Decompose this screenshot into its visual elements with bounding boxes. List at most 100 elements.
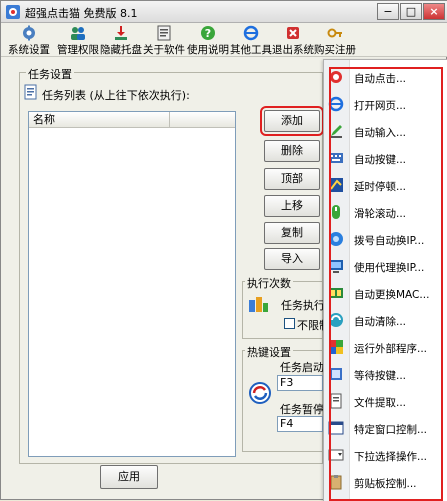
- menu-item-label: 剪贴板控制...: [354, 478, 417, 490]
- maximize-button[interactable]: □: [400, 3, 422, 20]
- toolbar-label: 使用说明: [187, 44, 229, 56]
- toolbar-label: 隐藏托盘: [100, 44, 142, 56]
- task-list-header: 名称: [29, 112, 235, 128]
- menu-item-change-mac[interactable]: 自动更换MAC...: [324, 280, 447, 306]
- toolbar-label: 退出系统: [272, 44, 314, 56]
- exec-count-label: 任务执行: [281, 299, 325, 312]
- title-bar: 超强点击猫 免费版 8.1 − □ ×: [1, 1, 447, 23]
- menu-item-open-webpage[interactable]: 打开网页...: [324, 91, 447, 117]
- clean-icon: [329, 313, 343, 327]
- start-hotkey-input[interactable]: F3: [277, 375, 323, 391]
- pen-icon: [330, 125, 342, 138]
- menu-item-label: 自动更换MAC...: [354, 289, 430, 301]
- menu-item-label: 自动清除...: [354, 316, 407, 328]
- info-icon: [157, 25, 171, 41]
- import-task-button[interactable]: 导入: [264, 248, 320, 270]
- toolbar-system-settings-button[interactable]: 系统设置: [3, 25, 55, 57]
- scroll-icon: [332, 205, 340, 219]
- svg-text:?: ?: [205, 27, 211, 40]
- toolbar-label: 管理权限: [57, 44, 99, 56]
- menu-item-delay[interactable]: 延时停顿...: [324, 172, 447, 198]
- menu-item-label: 特定窗口控制...: [354, 424, 428, 436]
- menu-item-label: 打开网页...: [354, 100, 407, 112]
- column-name-header[interactable]: 名称: [33, 113, 55, 126]
- menu-item-proxy-change-ip[interactable]: 使用代理换IP...: [324, 253, 447, 279]
- toolbar-help-button[interactable]: ? 使用说明: [186, 25, 230, 57]
- exec-count-icon: [249, 297, 268, 312]
- menu-item-label: 自动按键...: [354, 154, 407, 166]
- menu-item-label: 文件提取...: [354, 397, 407, 409]
- menu-item-auto-clean[interactable]: 自动清除...: [324, 307, 447, 333]
- pause-hotkey-input[interactable]: F4: [277, 416, 323, 432]
- key-icon: [327, 28, 342, 38]
- task-list-caption: 任务列表 (从上往下依次执行):: [42, 89, 190, 102]
- menu-item-label: 滑轮滚动...: [354, 208, 407, 220]
- menu-item-dial-change-ip[interactable]: 拨号自动换IP...: [324, 226, 447, 252]
- pause-hotkey-label: 任务暂停: [280, 403, 324, 416]
- menu-item-label: 下拉选择操作...: [354, 451, 428, 463]
- menu-item-label: 自动点击...: [354, 73, 407, 85]
- toolbar-label: 其他工具: [230, 44, 272, 56]
- main-window: 超强点击猫 免费版 8.1 − □ × 系统设置 管理权限 隐藏托盘 关于软件 …: [0, 0, 447, 501]
- toolbar-hide-tray-button[interactable]: 隐藏托盘: [100, 25, 142, 57]
- menu-item-label: 延时停顿...: [354, 181, 407, 193]
- task-list[interactable]: 名称: [28, 111, 236, 457]
- toolbar-label: 系统设置: [8, 44, 50, 56]
- menu-item-label: 运行外部程序...: [354, 343, 428, 355]
- menu-item-clipboard-control[interactable]: 剪贴板控制...: [324, 469, 447, 495]
- apply-button[interactable]: 应用: [100, 465, 158, 489]
- menu-item-label: 使用代理换IP...: [354, 262, 425, 274]
- users-icon: [71, 27, 85, 40]
- move-up-button[interactable]: 上移: [264, 195, 320, 217]
- toolbar: 系统设置 管理权限 隐藏托盘 关于软件 ? 使用说明 其他工具 退出系统 购买注: [1, 23, 447, 57]
- unlimited-checkbox[interactable]: [284, 318, 295, 329]
- window-title: 超强点击猫 免费版 8.1: [25, 7, 138, 20]
- delay-icon: [329, 178, 343, 192]
- proxy-icon: [329, 260, 343, 273]
- menu-item-auto-input[interactable]: 自动输入...: [324, 118, 447, 144]
- clipboard-icon: [330, 475, 342, 490]
- toolbar-about-button[interactable]: 关于软件: [142, 25, 186, 57]
- wait-key-icon: [330, 368, 342, 380]
- minimize-button[interactable]: −: [377, 3, 399, 20]
- task-list-icon: [24, 84, 37, 100]
- add-action-menu: 自动点击... 打开网页... 自动输入... 自动按键... 延时停顿... …: [323, 59, 447, 501]
- toolbar-manage-permissions-button[interactable]: 管理权限: [56, 25, 100, 57]
- keyboard-icon: [329, 153, 343, 163]
- menu-item-dropdown-select[interactable]: 下拉选择操作...: [324, 442, 447, 468]
- toolbar-other-tools-button[interactable]: 其他工具: [230, 25, 272, 57]
- app-logo-icon: [6, 5, 20, 19]
- menu-item-auto-click[interactable]: 自动点击...: [324, 64, 447, 90]
- hotkeys-title: 热键设置: [245, 344, 293, 360]
- menu-item-label: 自动输入...: [354, 127, 407, 139]
- toolbar-label: 关于软件: [143, 44, 185, 56]
- run-icon: [329, 340, 343, 354]
- task-settings-title: 任务设置: [26, 66, 74, 82]
- exit-icon: [287, 27, 299, 39]
- add-task-button[interactable]: 添加: [260, 106, 324, 136]
- ie-icon: [243, 25, 259, 41]
- toolbar-purchase-button[interactable]: 购买注册: [313, 25, 357, 57]
- help-icon: ?: [201, 26, 215, 40]
- ie-icon: [328, 96, 344, 112]
- toolbar-exit-button[interactable]: 退出系统: [272, 25, 314, 57]
- copy-task-button[interactable]: 复制: [264, 222, 320, 244]
- menu-item-label: 等待按键...: [354, 370, 407, 382]
- column-header-empty[interactable]: [169, 112, 237, 128]
- refresh-icon: [249, 382, 271, 404]
- menu-item-auto-keypress[interactable]: 自动按键...: [324, 145, 447, 171]
- file-extract-icon: [330, 393, 342, 409]
- menu-item-file-extract[interactable]: 文件提取...: [324, 388, 447, 414]
- menu-item-scroll-wheel[interactable]: 滑轮滚动...: [324, 199, 447, 225]
- toolbar-label: 购买注册: [314, 44, 356, 56]
- window-control-icon: [328, 421, 344, 435]
- menu-item-label: 拨号自动换IP...: [354, 235, 425, 247]
- move-top-button[interactable]: 顶部: [264, 168, 320, 190]
- menu-item-wait-key[interactable]: 等待按键...: [324, 361, 447, 387]
- menu-item-run-program[interactable]: 运行外部程序...: [324, 334, 447, 360]
- gear-icon: [23, 25, 35, 41]
- start-hotkey-label: 任务启动: [280, 361, 324, 374]
- delete-task-button[interactable]: 删除: [264, 140, 320, 162]
- close-button[interactable]: ×: [423, 3, 445, 20]
- menu-item-window-control[interactable]: 特定窗口控制...: [324, 415, 447, 441]
